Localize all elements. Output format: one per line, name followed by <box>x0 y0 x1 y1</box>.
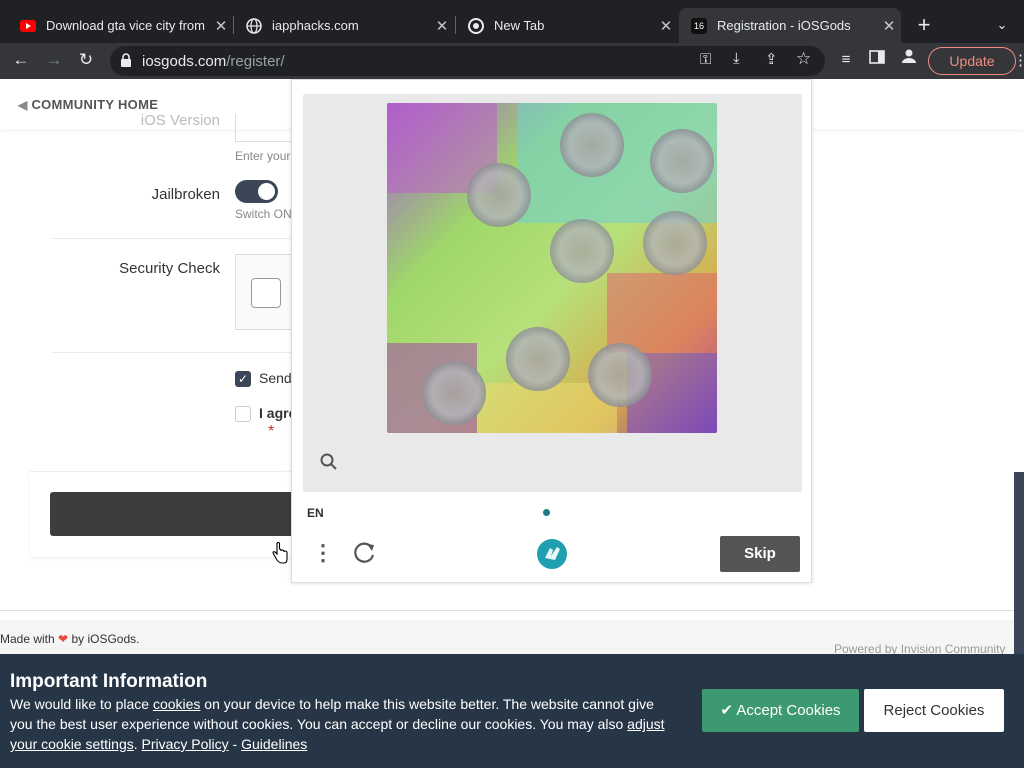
register-submit-button[interactable] <box>50 492 295 536</box>
lock-icon[interactable] <box>120 53 132 72</box>
share-icon[interactable]: ⇪ <box>765 50 778 68</box>
bookmark-star-icon[interactable]: ☆ <box>796 49 811 69</box>
required-asterisk: * <box>268 423 275 440</box>
tab-title: iapphacks.com <box>272 18 359 33</box>
hand-cursor-icon <box>271 541 289 569</box>
accept-cookies-button[interactable]: ✔ Accept Cookies <box>702 689 859 732</box>
key-icon[interactable]: ⚿ <box>700 51 711 68</box>
new-tab-plus-icon[interactable]: + <box>911 12 937 38</box>
back-arrow-icon[interactable]: ← <box>8 47 34 73</box>
update-button[interactable]: Update ⋮ <box>928 47 1024 75</box>
tab-registration[interactable]: 16 Registration - iOSGods ✕ <box>679 8 901 43</box>
hcaptcha-challenge-popup: EN ⋮ Skip <box>291 79 812 583</box>
guidelines-link[interactable]: Guidelines <box>241 736 307 752</box>
refresh-icon[interactable] <box>351 540 377 571</box>
divider <box>52 352 292 353</box>
heart-icon: ❤ <box>58 632 69 646</box>
close-tab-icon[interactable]: ✕ <box>430 17 454 35</box>
challenge-image-graphic <box>387 103 717 433</box>
skip-button[interactable]: Skip <box>720 536 800 572</box>
address-bar[interactable]: iosgods.com/register/ ⚿ ⤓ ⇪ ☆ <box>110 46 825 76</box>
community-home-link[interactable]: ◀ COMMUNITY HOME <box>18 97 158 112</box>
community-home-label: COMMUNITY HOME <box>31 97 159 112</box>
menu-kebab-icon[interactable]: ⋮ <box>1013 48 1024 74</box>
globe-icon <box>246 17 262 34</box>
jailbroken-hint: Switch ON <box>235 207 292 221</box>
page-content: ◀ COMMUNITY HOME iOS Version Enter your … <box>0 79 1024 768</box>
browser-toolbar: ← → ↻ iosgods.com/register/ ⚿ ⤓ ⇪ ☆ ≡ Up… <box>0 43 1024 79</box>
url-path: /register/ <box>226 53 285 70</box>
security-check-label: Security Check <box>119 260 220 277</box>
media-playlist-icon[interactable]: ≡ <box>833 47 859 73</box>
chrome-icon <box>468 17 484 34</box>
install-app-icon[interactable]: ⤓ <box>733 50 740 67</box>
agree-checkbox[interactable] <box>235 406 251 422</box>
iosgods-favicon-icon: 16 <box>691 17 707 34</box>
youtube-icon <box>20 18 36 34</box>
url-host: iosgods.com <box>142 53 227 70</box>
update-label: Update <box>949 53 995 69</box>
divider <box>52 238 292 239</box>
tab-title: Registration - iOSGods <box>717 18 851 33</box>
ios-version-input[interactable] <box>235 114 295 142</box>
language-selector[interactable]: EN <box>307 506 324 520</box>
challenge-image[interactable] <box>387 103 717 433</box>
cookie-text-part: We would like to place <box>10 696 150 712</box>
cookie-title: Important Information <box>10 671 208 692</box>
privacy-policy-link[interactable]: Privacy Policy <box>142 736 229 752</box>
jailbroken-label: Jailbroken <box>151 186 220 203</box>
footer-made-with: Made with ❤ by iOSGods. <box>0 632 139 646</box>
back-circle-icon: ◀ <box>18 98 28 112</box>
close-tab-icon[interactable]: ✕ <box>877 17 901 35</box>
url-text[interactable]: iosgods.com/register/ <box>142 53 285 70</box>
progress-dot <box>543 509 550 516</box>
send-checkbox[interactable]: ✓ <box>235 371 251 387</box>
forward-arrow-icon[interactable]: → <box>41 47 67 73</box>
hcaptcha-logo-icon <box>536 538 568 575</box>
zoom-magnifier-icon[interactable] <box>320 453 338 476</box>
captcha-checkbox[interactable] <box>251 278 281 308</box>
tab-iapphacks[interactable]: iapphacks.com ✕ <box>234 8 454 43</box>
ios-version-label: iOS Version <box>140 112 220 129</box>
made-with-text: Made with <box>0 632 55 646</box>
accept-cookies-label: Accept Cookies <box>736 702 841 719</box>
tab-youtube[interactable]: Download gta vice city from ✕ <box>8 8 233 43</box>
tab-bar: Download gta vice city from ✕ iapphacks.… <box>0 0 1024 43</box>
cookie-banner: Important Information We would like to p… <box>0 654 1024 768</box>
profile-icon[interactable] <box>896 47 922 73</box>
close-tab-icon[interactable]: ✕ <box>209 17 233 35</box>
side-edge-block <box>1014 472 1024 654</box>
reject-cookies-button[interactable]: Reject Cookies <box>864 689 1004 732</box>
menu-kebab-icon[interactable]: ⋮ <box>312 540 334 566</box>
checkmark-icon: ✔ <box>720 702 733 719</box>
send-label: Send <box>259 370 292 386</box>
jailbroken-toggle[interactable] <box>235 180 278 203</box>
favicon-text: 16 <box>693 20 704 31</box>
side-panel-icon[interactable] <box>864 47 890 73</box>
cookies-link[interactable]: cookies <box>153 696 200 712</box>
footer-divider <box>0 610 1024 611</box>
tab-new-tab[interactable]: New Tab ✕ <box>456 8 678 43</box>
ios-version-hint: Enter your <box>235 149 291 163</box>
tab-title: Download gta vice city from <box>46 18 205 33</box>
tab-search-chevron-icon[interactable]: ⌄ <box>990 12 1014 38</box>
tab-title: New Tab <box>494 18 545 33</box>
hcaptcha-checkbox-widget <box>235 254 295 330</box>
toggle-knob <box>258 183 275 200</box>
reload-icon[interactable]: ↻ <box>73 47 99 73</box>
by-iosgods-text: by iOSGods. <box>71 632 140 646</box>
close-tab-icon[interactable]: ✕ <box>654 17 678 35</box>
link-separator: - <box>232 736 238 752</box>
cookie-text: We would like to place cookies on your d… <box>10 696 665 752</box>
